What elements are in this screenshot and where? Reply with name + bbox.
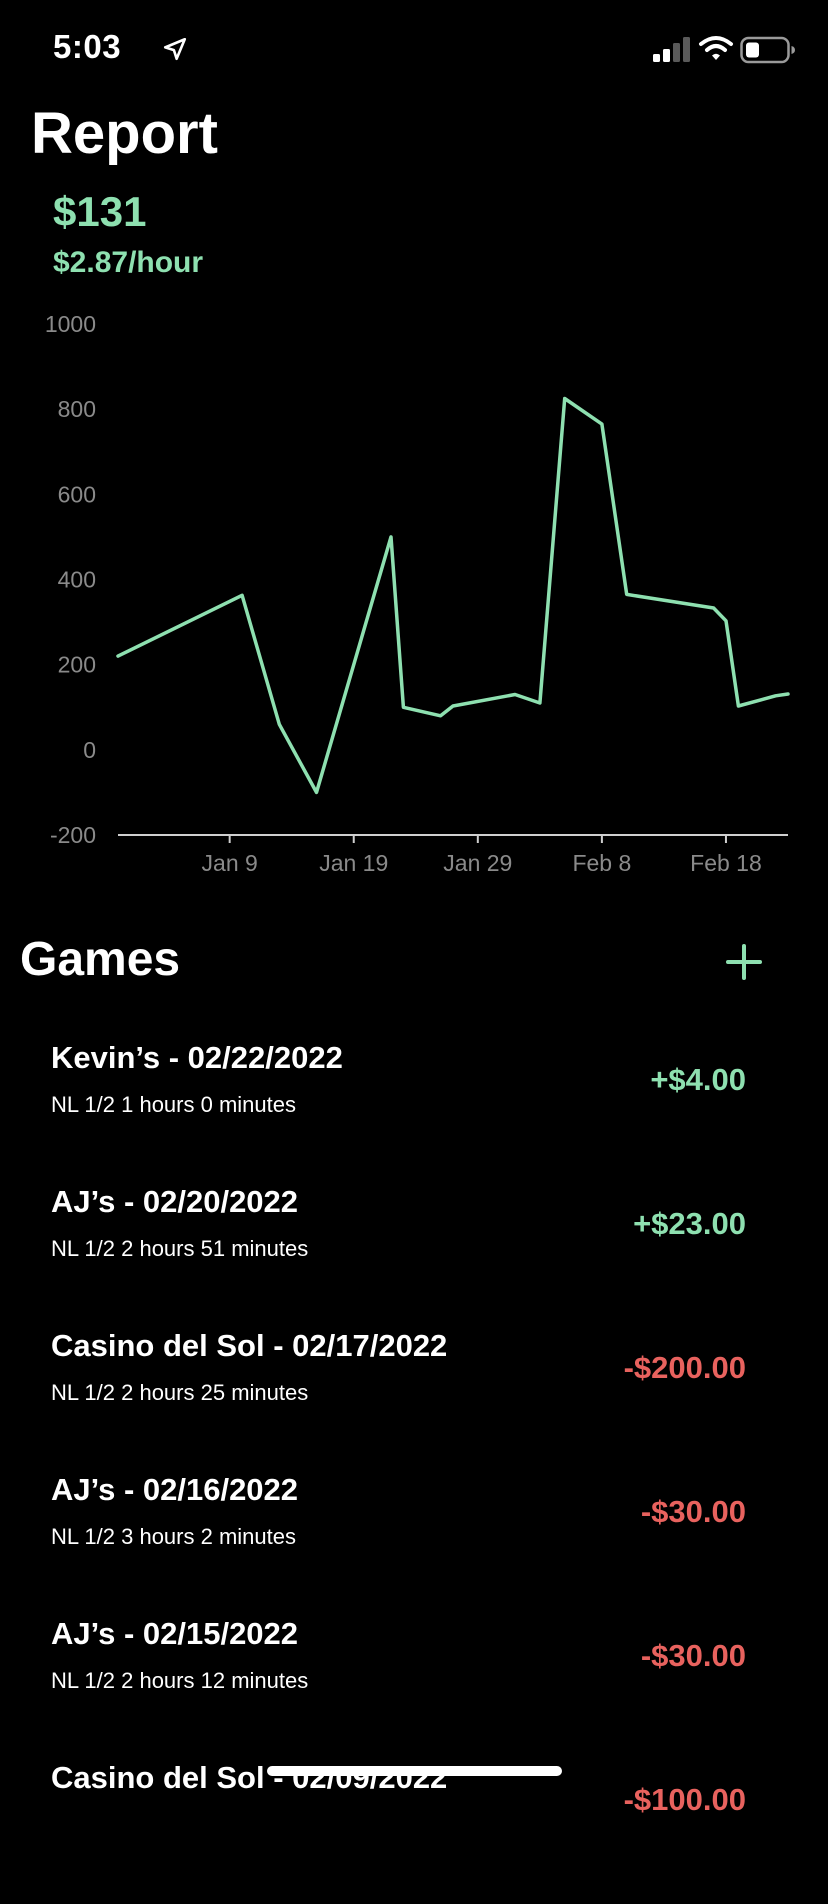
game-title: AJ’s - 02/20/2022 bbox=[51, 1184, 299, 1219]
x-tick-label: Jan 29 bbox=[443, 850, 512, 876]
y-tick-label: -200 bbox=[50, 822, 96, 848]
game-title: AJ’s - 02/16/2022 bbox=[51, 1472, 299, 1507]
profit-series-line bbox=[116, 396, 790, 795]
plus-icon bbox=[726, 944, 762, 980]
game-list-item[interactable]: Kevin’s - 02/22/2022 NL 1/2 1 hours 0 min… bbox=[0, 1040, 828, 1184]
game-result-amount: -$100.00 bbox=[623, 1782, 746, 1817]
x-tick-label: Jan 19 bbox=[319, 850, 388, 876]
cellular-signal-icon bbox=[653, 37, 690, 62]
game-result-amount: +$4.00 bbox=[650, 1062, 746, 1097]
status-time: 5:03 bbox=[53, 28, 122, 65]
game-list-item[interactable]: AJ’s - 02/16/2022 NL 1/2 3 hours 2 minute… bbox=[0, 1472, 828, 1616]
game-details: NL 1/2 2 hours 25 minutes bbox=[51, 1380, 309, 1405]
game-list-item[interactable]: Casino del Sol - 02/17/2022 NL 1/2 2 hour… bbox=[0, 1328, 828, 1472]
y-tick-label: 0 bbox=[83, 737, 96, 763]
wifi-icon bbox=[699, 36, 733, 60]
game-details: NL 1/2 2 hours 51 minutes bbox=[51, 1236, 309, 1261]
game-result-amount: -$30.00 bbox=[640, 1494, 746, 1529]
location-arrow-icon bbox=[163, 37, 187, 61]
game-title: Casino del Sol - 02/17/2022 bbox=[51, 1328, 448, 1363]
x-tick-label: Jan 9 bbox=[202, 850, 258, 876]
y-tick-label: 400 bbox=[58, 567, 96, 593]
game-title: Kevin’s - 02/22/2022 bbox=[51, 1040, 343, 1075]
game-result-amount: +$23.00 bbox=[633, 1206, 746, 1241]
y-tick-label: 200 bbox=[58, 652, 96, 678]
y-tick-label: 800 bbox=[58, 396, 96, 422]
total-profit: $131 bbox=[53, 188, 147, 235]
hourly-rate: $2.87/hour bbox=[53, 246, 204, 279]
x-tick-label: Feb 18 bbox=[690, 850, 762, 876]
game-list-item[interactable]: Casino del Sol - 02/09/2022 -$100.00 bbox=[0, 1760, 828, 1904]
game-result-amount: -$200.00 bbox=[623, 1350, 746, 1385]
add-game-button[interactable] bbox=[720, 938, 768, 986]
game-title: AJ’s - 02/15/2022 bbox=[51, 1616, 299, 1651]
game-list-item[interactable]: AJ’s - 02/15/2022 NL 1/2 2 hours 12 minut… bbox=[0, 1616, 828, 1760]
status-bar: 5:03 bbox=[0, 0, 828, 100]
y-tick-label: 600 bbox=[58, 481, 96, 507]
x-tick-label: Feb 8 bbox=[572, 850, 631, 876]
profit-line-chart: 1000 800 600 400 200 0 -200 Jan 9 Jan 19 Jan 29 Fe… bbox=[45, 311, 790, 876]
game-result-amount: -$30.00 bbox=[640, 1638, 746, 1673]
page-title: Report bbox=[31, 101, 218, 166]
y-tick-label: 1000 bbox=[45, 311, 96, 337]
games-section-title: Games bbox=[20, 933, 181, 986]
game-details: NL 1/2 2 hours 12 minutes bbox=[51, 1668, 309, 1693]
battery-icon bbox=[740, 36, 795, 64]
game-list-item[interactable]: AJ’s - 02/20/2022 NL 1/2 2 hours 51 minut… bbox=[0, 1184, 828, 1328]
home-indicator[interactable] bbox=[267, 1766, 562, 1776]
game-details: NL 1/2 1 hours 0 minutes bbox=[51, 1092, 296, 1117]
game-details: NL 1/2 3 hours 2 minutes bbox=[51, 1524, 296, 1549]
